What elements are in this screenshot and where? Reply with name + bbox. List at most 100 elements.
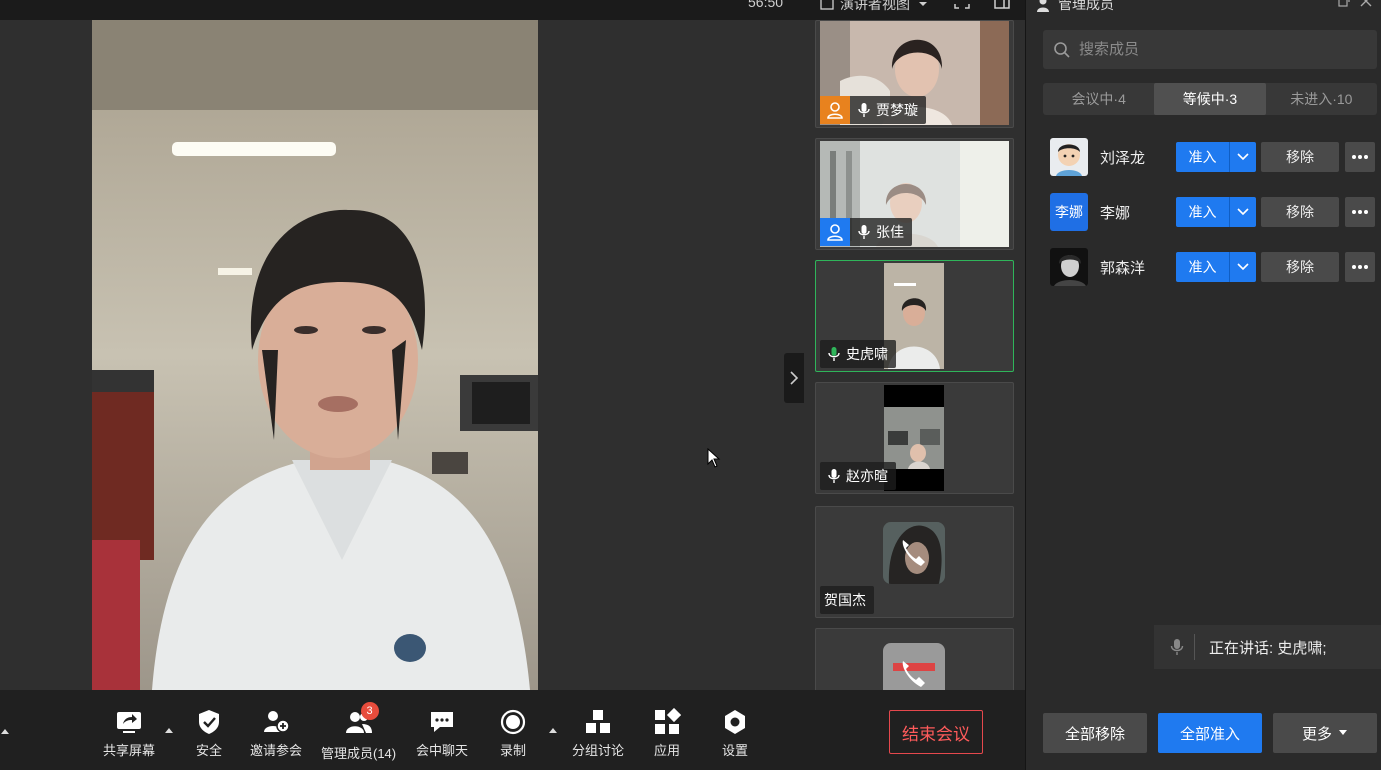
divider	[1194, 634, 1195, 660]
members-panel: 管理成员 会议中·4 等候中·3 未进入·10 刘泽龙 准入 移除 李娜 李娜 …	[1025, 0, 1381, 770]
more-button[interactable]: 更多	[1273, 713, 1377, 753]
tab-not-joined[interactable]: 未进入·10	[1266, 83, 1377, 115]
remove-all-button[interactable]: 全部移除	[1043, 713, 1147, 753]
caret-up-icon[interactable]	[0, 727, 10, 735]
speaking-microphone-icon	[828, 347, 840, 361]
member-name: 刘泽龙	[1100, 149, 1146, 167]
meeting-toolbar: 共享屏幕 安全 邀请参会 3 管理成员(14) 会中聊天 录制 分组讨论 应用 …	[0, 690, 1025, 770]
avatar	[1050, 138, 1088, 176]
video-gallery: 贾梦璇 张佳 史虎啸 赵亦暄 贺国杰	[805, 20, 1025, 690]
video-tile[interactable]	[815, 628, 1014, 690]
video-tile[interactable]: 贾梦璇	[815, 20, 1014, 128]
speaking-indicator: 正在讲话: 史虎啸;	[1154, 625, 1381, 669]
popout-icon[interactable]	[1338, 0, 1350, 7]
participant-label: 史虎啸	[820, 340, 896, 368]
settings-label: 设置	[721, 743, 748, 758]
video-tile[interactable]: 赵亦暄	[815, 382, 1014, 494]
more-options-button[interactable]	[1345, 142, 1375, 172]
chevron-down-icon	[1237, 208, 1249, 216]
layout-icon[interactable]	[994, 0, 1010, 9]
ellipsis-icon	[1352, 210, 1368, 214]
waiting-count-badge: 3	[360, 702, 379, 720]
admit-button[interactable]: 准入	[1176, 197, 1230, 227]
admit-all-button[interactable]: 全部准入	[1158, 713, 1262, 753]
microphone-icon	[858, 103, 870, 117]
settings-button[interactable]: 设置	[721, 708, 749, 759]
ellipsis-icon	[1352, 155, 1368, 159]
view-mode-selector[interactable]: 演讲者视图	[820, 0, 930, 14]
caret-up-icon[interactable]	[164, 726, 174, 734]
remove-button[interactable]: 移除	[1261, 197, 1339, 227]
video-tile[interactable]: 张佳	[815, 138, 1014, 250]
members-icon	[1037, 0, 1049, 12]
share-screen-button[interactable]: 共享屏幕	[103, 708, 155, 759]
panel-window-controls	[1338, 0, 1372, 7]
breakout-button[interactable]: 分组讨论	[572, 708, 624, 759]
meeting-timer: 56:50	[748, 0, 784, 10]
admit-button[interactable]: 准入	[1176, 142, 1230, 172]
chat-label: 会中聊天	[416, 743, 469, 758]
participant-name: 贺国杰	[824, 592, 866, 608]
waiting-member-row: 郭森洋 准入 移除	[1050, 247, 1380, 287]
remove-button[interactable]: 移除	[1261, 252, 1339, 282]
share-screen-icon	[117, 712, 141, 733]
add-user-icon	[264, 711, 290, 733]
end-meeting-button[interactable]: 结束会议	[889, 710, 983, 754]
tab-in-meeting[interactable]: 会议中·4	[1043, 83, 1154, 115]
invite-label: 邀请参会	[250, 743, 303, 758]
speaker-view-icon	[820, 0, 834, 10]
chevron-right-icon	[790, 371, 799, 385]
admit-button[interactable]: 准入	[1176, 252, 1230, 282]
host-badge	[820, 96, 850, 124]
record-label: 录制	[499, 743, 526, 758]
apps-button[interactable]: 应用	[653, 708, 681, 759]
speaking-label: 正在讲话: 史虎啸;	[1209, 639, 1327, 657]
avatar	[1050, 248, 1088, 286]
admit-dropdown[interactable]	[1230, 142, 1256, 172]
admit-dropdown[interactable]	[1230, 197, 1256, 227]
participant-label: 张佳	[820, 218, 912, 246]
top-strip: 56:50 演讲者视图	[0, 0, 1025, 20]
participant-avatar	[883, 643, 945, 690]
participant-label: 贺国杰	[820, 586, 874, 614]
chat-button[interactable]: 会中聊天	[416, 708, 468, 759]
fullscreen-icon[interactable]	[954, 0, 970, 9]
tab-waiting[interactable]: 等候中·3	[1154, 83, 1266, 115]
video-tile-active[interactable]: 史虎啸	[815, 260, 1014, 372]
host-user-icon	[827, 102, 843, 119]
microphone-icon	[858, 225, 870, 239]
more-options-button[interactable]	[1345, 197, 1375, 227]
admit-dropdown[interactable]	[1230, 252, 1256, 282]
more-options-button[interactable]	[1345, 252, 1375, 282]
member-search	[1043, 30, 1377, 69]
view-mode-label: 演讲者视图	[840, 0, 910, 12]
participant-name: 赵亦暄	[846, 468, 888, 484]
apps-label: 应用	[653, 743, 680, 758]
mouse-cursor-icon	[707, 448, 721, 468]
chevron-down-icon	[919, 2, 927, 6]
more-label: 更多	[1301, 725, 1332, 743]
member-tabs: 会议中·4 等候中·3 未进入·10	[1043, 83, 1377, 115]
record-button[interactable]: 录制	[499, 708, 527, 759]
main-stage	[0, 20, 805, 690]
member-name: 李娜	[1100, 204, 1131, 222]
security-label: 安全	[195, 743, 222, 758]
caret-up-icon[interactable]	[548, 726, 558, 734]
remove-button[interactable]: 移除	[1261, 142, 1339, 172]
admit-button-group: 准入	[1176, 197, 1256, 227]
participant-label: 贾梦璇	[820, 96, 926, 124]
invite-button[interactable]: 邀请参会	[250, 708, 302, 759]
apps-icon	[655, 708, 681, 734]
gear-icon	[725, 710, 745, 734]
security-button[interactable]: 安全	[195, 708, 223, 759]
search-input[interactable]	[1077, 40, 1361, 59]
waiting-member-row: 刘泽龙 准入 移除	[1050, 137, 1380, 177]
video-tile[interactable]: 贺国杰	[815, 506, 1014, 618]
close-icon[interactable]	[1360, 0, 1372, 7]
participant-label: 赵亦暄	[820, 462, 896, 490]
admit-button-group: 准入	[1176, 252, 1256, 282]
speaker-video	[92, 20, 538, 690]
manage-members-button[interactable]: 3 管理成员(14)	[321, 702, 396, 762]
collapse-gallery-button[interactable]	[784, 353, 804, 403]
participant-name: 张佳	[876, 224, 904, 240]
